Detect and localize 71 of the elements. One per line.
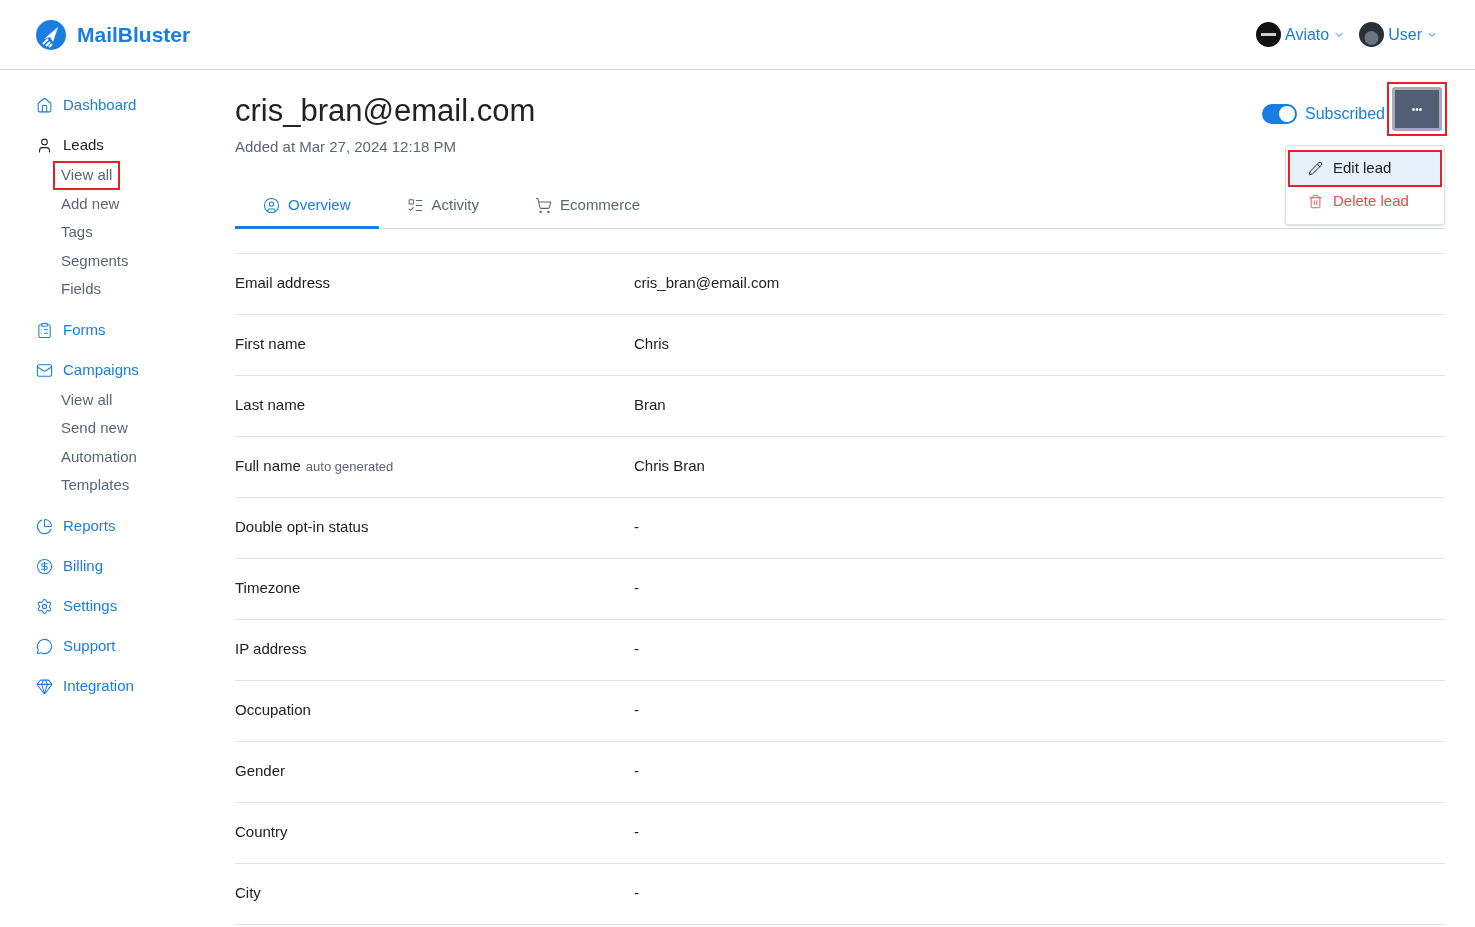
user-circle-icon [263, 196, 280, 214]
home-icon [36, 97, 53, 114]
chat-bubble-icon [36, 637, 53, 655]
sidebar-item[interactable]: Leads [36, 132, 235, 159]
field-value: - [634, 517, 639, 538]
sidebar-subitem[interactable]: Add new [55, 191, 126, 216]
tab[interactable]: Activity [378, 184, 508, 229]
field-label: Occupation [235, 700, 311, 721]
field-label: Country [235, 822, 288, 843]
account-menu[interactable]: User [1359, 22, 1438, 47]
field-value: - [634, 822, 639, 843]
list-icon [36, 321, 53, 339]
sidebar-subitem[interactable]: Send new [55, 416, 134, 441]
lead-email-title: cris_bran@email.com [235, 92, 536, 130]
dollar-icon [36, 557, 53, 575]
field-value: - [634, 700, 639, 721]
subscribed-toggle[interactable] [1261, 104, 1297, 124]
field-note: auto generated [305, 458, 394, 477]
field-value: Bran [634, 395, 666, 416]
sidebar-subitem[interactable]: Automation [55, 444, 143, 469]
sidebar-item[interactable]: Reports [36, 512, 235, 540]
sidebar-item[interactable]: Integration [36, 672, 235, 700]
gem-icon [36, 677, 53, 695]
settings-icon [36, 597, 53, 615]
brand-name: MailBluster [77, 21, 191, 48]
sidebar-subitem[interactable]: Tags [55, 220, 99, 245]
field-value: cris_bran@email.com [634, 273, 780, 294]
field-label: Double opt-in status [235, 517, 369, 538]
field-label: Last name [235, 395, 306, 416]
logo-avatar-icon [1256, 22, 1282, 47]
sidebar-subitem[interactable]: Fields [55, 277, 107, 302]
trash-icon [1308, 194, 1323, 209]
field-label: City [235, 883, 261, 904]
field-label: IP address [235, 639, 307, 660]
tab[interactable]: Overview [235, 184, 379, 229]
subscribed-label: Subscribed [1304, 104, 1385, 124]
account-menu[interactable]: Aviato [1256, 22, 1346, 47]
sidebar-item[interactable]: Support [36, 632, 235, 660]
more-button[interactable]: ••• [1392, 87, 1442, 131]
field-label: Gender [235, 761, 286, 782]
envelope-icon [36, 361, 53, 379]
tab[interactable]: Ecommerce [507, 184, 669, 229]
sidebar-item[interactable]: Campaigns [36, 356, 235, 384]
checklist-icon [406, 196, 424, 214]
logo-icon [35, 18, 67, 51]
sidebar-item[interactable]: Forms [36, 316, 235, 344]
added-date: Added at Mar 27, 2024 12:18 PM [235, 137, 457, 157]
sidebar-subitem[interactable]: View all [55, 163, 119, 188]
pie-chart-icon [36, 517, 53, 535]
sidebar-subitem[interactable]: View all [55, 387, 119, 412]
field-label: Timezone [235, 578, 301, 599]
field-value: - [634, 639, 639, 660]
avatar-icon [1359, 22, 1385, 47]
sidebar-item[interactable]: Billing [36, 552, 235, 580]
field-value: - [634, 578, 639, 599]
cart-icon [535, 196, 553, 214]
sidebar-item[interactable]: Settings [36, 592, 235, 620]
field-label: First name [235, 334, 306, 355]
field-value: - [634, 761, 639, 782]
field-value: Chris Bran [634, 456, 705, 477]
sidebar-item[interactable]: Dashboard [36, 92, 235, 119]
field-label: Full name [235, 456, 301, 477]
field-value: Chris [634, 334, 669, 355]
person-icon [36, 137, 53, 154]
sidebar-subitem[interactable]: Segments [55, 248, 135, 273]
field-value: - [634, 883, 639, 904]
field-label: Email address [235, 273, 331, 294]
menu-item[interactable]: Edit lead [1290, 152, 1440, 185]
menu-item[interactable]: Delete lead [1290, 185, 1440, 218]
sidebar-subitem[interactable]: Templates [55, 473, 136, 498]
pencil-icon [1308, 161, 1323, 176]
